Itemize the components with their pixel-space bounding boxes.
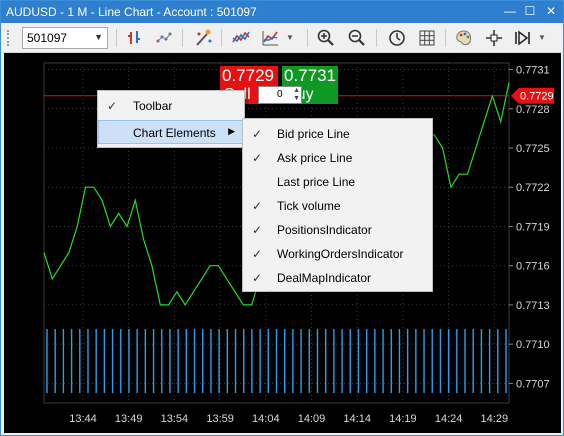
scatter-chart-icon[interactable] [154,28,174,48]
zoom-out-icon[interactable] [347,28,367,48]
palette-icon[interactable] [454,28,474,48]
toolbar-grip-icon[interactable] [7,30,12,46]
y-axis-tick-label: 0.7710 [516,339,550,351]
y-axis-tick-label: 0.7716 [516,261,550,273]
y-axis-tick-label: 0.7719 [516,221,550,233]
submenu-item-label: Last price Line [277,175,356,189]
checkmark-icon: ✓ [252,247,263,261]
indicator-icon[interactable] [231,28,251,48]
grid-icon[interactable] [417,28,437,48]
y-axis-tick-label: 0.7725 [516,143,550,155]
current-price-tag-label: 0.7729 [520,91,554,103]
checkmark-icon: ✓ [252,199,263,213]
context-menu: ✓ Toolbar Chart Elements ▶ [97,90,245,148]
y-axis-tick-label: 0.7728 [516,104,550,116]
x-axis-tick-label: 13:44 [69,413,97,425]
toolbar-divider [221,29,222,47]
x-axis-tick-label: 13:49 [115,413,143,425]
sell-price: 0.7729 [222,66,274,85]
chevron-down-icon[interactable]: ▼ [538,33,546,42]
menu-item-label: Chart Elements [133,126,216,140]
menu-item-toolbar[interactable]: ✓ Toolbar [98,94,244,118]
chart-elements-submenu: ✓ Bid price Line ✓ Ask price Line Last price… [242,118,433,292]
toolbar-divider [445,29,446,47]
spin-arrows-icon[interactable]: ▲ ▼ [293,87,300,103]
x-axis-tick-label: 14:29 [481,413,509,425]
submenu-arrow-icon: ▶ [228,126,235,136]
x-axis-tick-label: 14:14 [343,413,371,425]
window-title: AUDUSD - 1 M - Line Chart - Account : 50… [6,5,257,19]
submenu-item-bid-price-line[interactable]: ✓ Bid price Line [243,122,432,146]
close-icon[interactable]: ✕ [542,2,560,20]
x-axis-tick-label: 14:24 [435,413,463,425]
crosshair-icon[interactable] [484,28,504,48]
menu-item-label: Toolbar [133,99,173,113]
buy-price: 0.7731 [284,66,336,85]
x-axis-tick-label: 14:04 [252,413,280,425]
menu-item-chart-elements[interactable]: Chart Elements ▶ [98,120,244,144]
title-bar[interactable]: AUDUSD - 1 M - Line Chart - Account : 50… [1,1,563,23]
quantity-value: 0 [277,89,283,100]
chevron-down-icon[interactable]: ▼ [94,32,103,42]
submenu-item-last-price-line[interactable]: Last price Line [243,170,432,194]
submenu-item-label: Ask price Line [277,151,353,165]
quantity-stepper[interactable]: 0 ▲ ▼ [258,86,302,104]
toolbar-divider [182,29,183,47]
toolbar-divider [376,29,377,47]
x-axis-tick-label: 14:09 [298,413,326,425]
zoom-in-icon[interactable] [316,28,336,48]
toolbar-divider [116,29,117,47]
x-axis-tick-label: 14:19 [389,413,417,425]
submenu-item-workingordersindicator[interactable]: ✓ WorkingOrdersIndicator [243,242,432,266]
y-axis-tick-label: 0.7731 [516,65,550,77]
account-select[interactable]: 501097 ▼ [22,27,108,49]
autoscroll-icon[interactable] [512,28,532,48]
submenu-item-ask-price-line[interactable]: ✓ Ask price Line [243,146,432,170]
checkmark-icon: ✓ [107,99,118,113]
submenu-item-label: Bid price Line [277,127,350,141]
chevron-down-icon[interactable]: ▼ [286,33,294,42]
maximize-icon[interactable]: ☐ [521,2,539,20]
checkmark-icon: ✓ [252,271,263,285]
y-axis-tick-label: 0.7713 [516,300,550,312]
checkmark-icon: ✓ [252,127,263,141]
y-axis-tick-label: 0.7707 [516,378,550,390]
checkmark-icon: ✓ [252,151,263,165]
magic-wand-icon[interactable] [193,28,213,48]
chart-window: AUDUSD - 1 M - Line Chart - Account : 50… [0,0,564,436]
x-axis-tick-label: 13:59 [206,413,234,425]
submenu-item-label: Tick volume [277,199,341,213]
y-axis-tick-label: 0.7722 [516,182,550,194]
submenu-item-positionsindicator[interactable]: ✓ PositionsIndicator [243,218,432,242]
account-value: 501097 [27,31,68,45]
submenu-item-tick-volume[interactable]: ✓ Tick volume [243,194,432,218]
checkmark-icon: ✓ [252,223,263,237]
toolbar: 501097 ▼ ▼ ▼ [2,24,562,53]
clock-icon[interactable] [387,28,407,48]
bar-chart-icon[interactable] [125,28,145,48]
submenu-item-label: PositionsIndicator [277,223,372,237]
minimize-icon[interactable]: — [501,2,519,20]
submenu-item-dealmapindicator[interactable]: ✓ DealMapIndicator [243,266,432,290]
submenu-item-label: WorkingOrdersIndicator [277,247,404,261]
toolbar-divider [307,29,308,47]
submenu-item-label: DealMapIndicator [277,271,372,285]
line-chart-icon[interactable] [260,28,280,48]
x-axis-tick-label: 13:54 [161,413,189,425]
